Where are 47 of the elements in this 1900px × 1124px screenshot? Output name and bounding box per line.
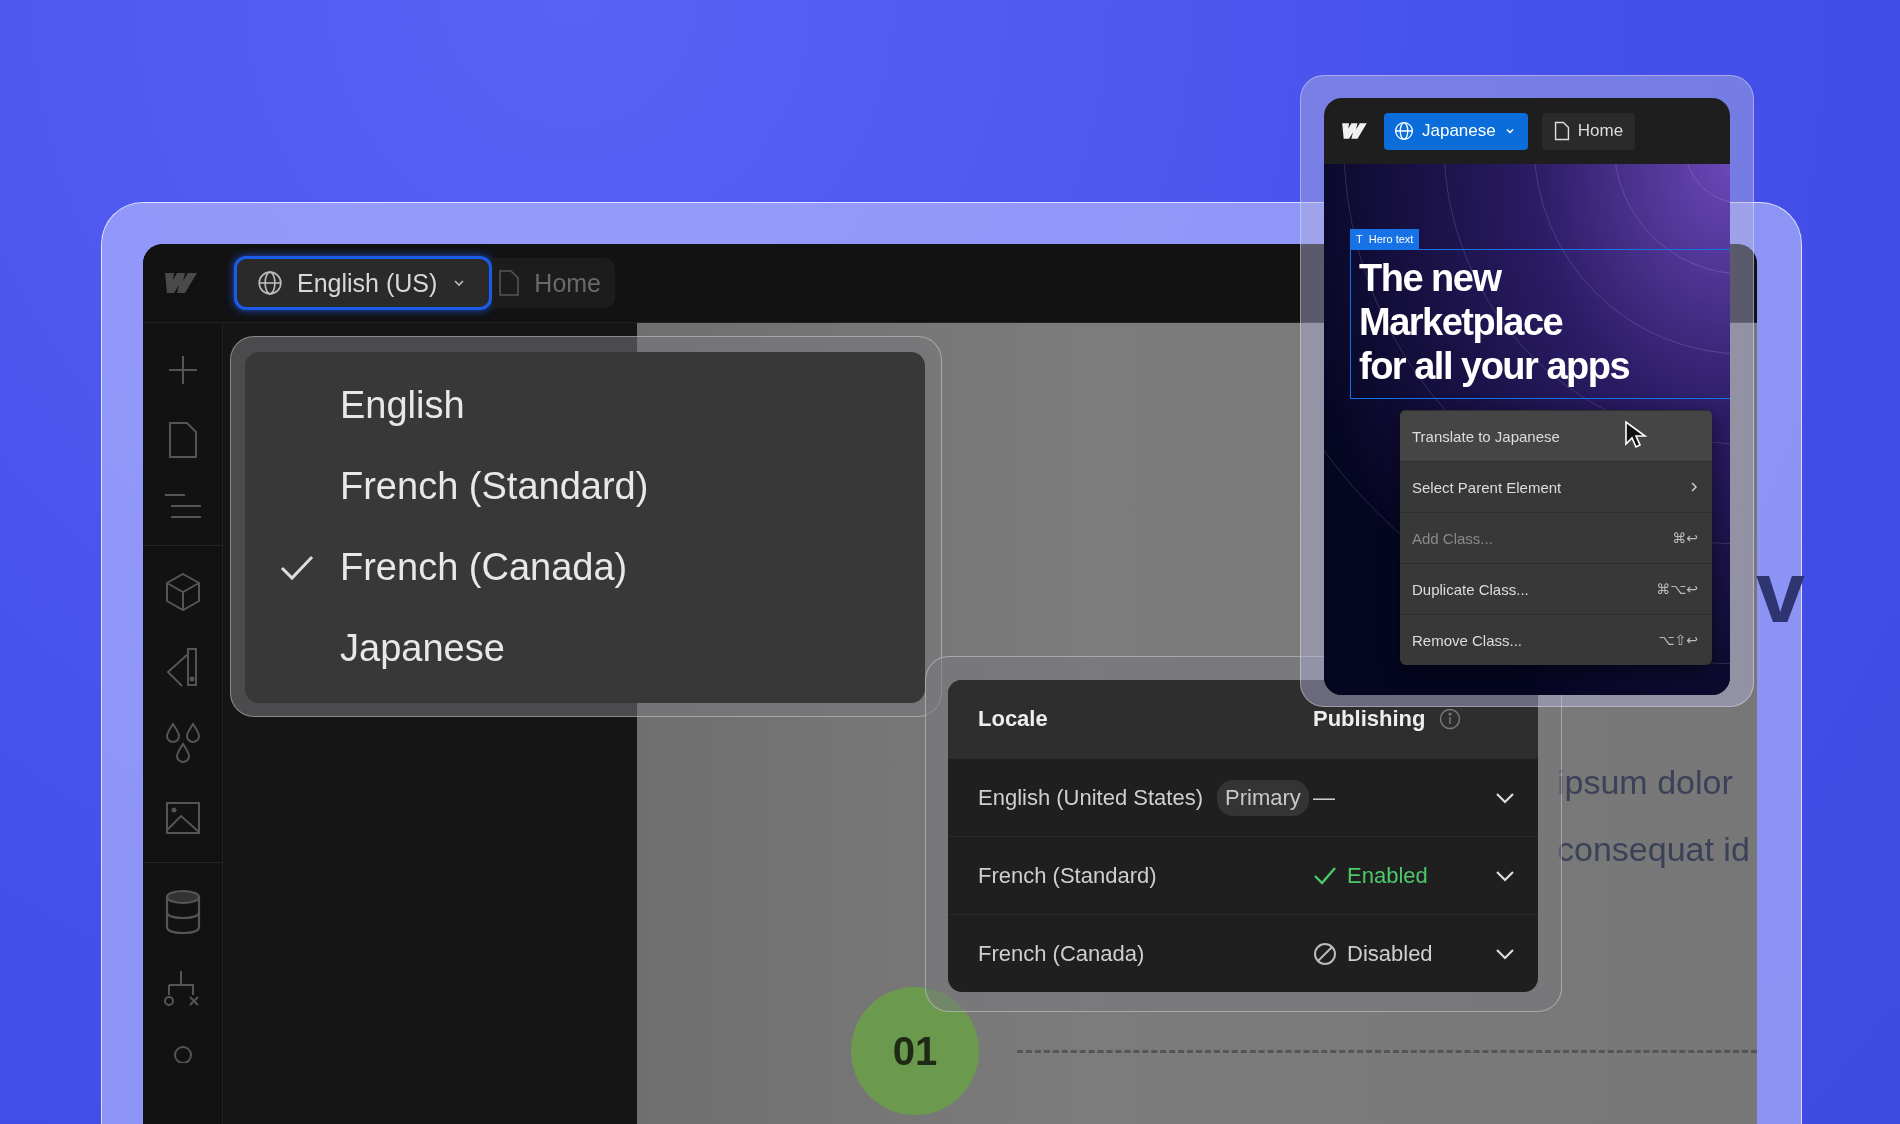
- database-icon[interactable]: [163, 889, 202, 935]
- body-text: consequat id: [1557, 830, 1750, 869]
- locale-dropdown[interactable]: Japanese: [1384, 112, 1528, 150]
- image-icon[interactable]: [163, 800, 202, 836]
- page-button[interactable]: Home: [1541, 112, 1636, 150]
- locale-option[interactable]: Japanese: [245, 608, 925, 689]
- info-icon[interactable]: [1439, 708, 1462, 730]
- body-text: ipsum dolor: [1557, 763, 1733, 802]
- menu-item[interactable]: Translate to Japanese: [1400, 410, 1712, 461]
- option-label: French (Canada): [340, 546, 628, 589]
- locale-option[interactable]: French (Standard): [245, 446, 925, 527]
- locale-name: French (Canada): [978, 940, 1145, 967]
- chevron-icon[interactable]: [1495, 946, 1515, 961]
- shortcut-text: ⌘⌥↩: [1656, 581, 1698, 597]
- element-tag: T Hero text: [1350, 229, 1420, 249]
- status-text: Disabled: [1347, 940, 1433, 967]
- globe-icon: [257, 270, 283, 296]
- option-label: English: [340, 384, 465, 427]
- page-icon: [1553, 121, 1570, 141]
- status-text: Enabled: [1347, 862, 1428, 889]
- locale-name: English (United States): [978, 784, 1203, 811]
- menu-item[interactable]: Select Parent Element: [1400, 461, 1712, 512]
- drops-icon[interactable]: [163, 722, 202, 766]
- globe-icon: [1394, 121, 1414, 141]
- primary-badge: Primary: [1217, 779, 1309, 816]
- page-icon: [498, 269, 521, 297]
- column-header: Publishing: [1313, 706, 1426, 732]
- navigator-icon[interactable]: [162, 493, 203, 519]
- locale-option[interactable]: English: [245, 365, 925, 446]
- locale-dropdown[interactable]: English (US): [234, 256, 493, 310]
- locale-option[interactable]: French (Canada): [245, 527, 925, 608]
- shortcut-text: ⌘↩: [1672, 530, 1698, 546]
- status-text: —: [1313, 784, 1335, 811]
- hero-heading: The new Marketplace for all your apps: [1359, 256, 1631, 388]
- menu-item[interactable]: Remove Class... ⌥⇧↩: [1400, 614, 1712, 665]
- cube-icon[interactable]: [163, 572, 202, 612]
- option-label: French (Standard): [340, 465, 649, 508]
- locale-name: French (Standard): [978, 862, 1157, 889]
- chevron-icon[interactable]: [1495, 868, 1515, 883]
- option-label: Japanese: [340, 627, 505, 670]
- page-icon[interactable]: [167, 421, 198, 459]
- chevron-icon[interactable]: [1495, 790, 1515, 805]
- menu-item[interactable]: Duplicate Class... ⌘⌥↩: [1400, 563, 1712, 614]
- step-number: 01: [851, 987, 979, 1115]
- shortcut-text: ⌥⇧↩: [1658, 632, 1698, 648]
- cursor-icon: [1624, 420, 1648, 450]
- column-header: Locale: [977, 706, 1049, 732]
